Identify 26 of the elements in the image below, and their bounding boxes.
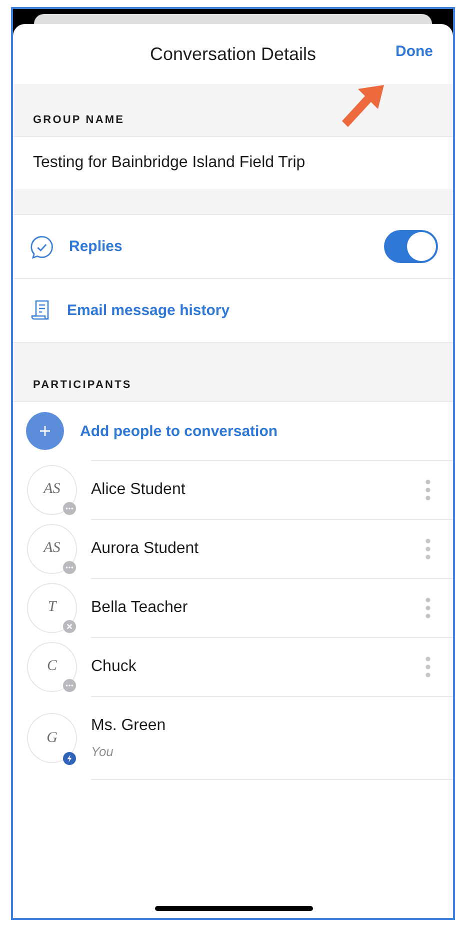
replies-toggle[interactable] <box>384 230 438 263</box>
participant-name: Alice Student <box>91 480 186 498</box>
more-icon[interactable] <box>425 596 431 618</box>
participant-subtitle: You <box>91 744 114 759</box>
chat-check-icon <box>29 234 55 260</box>
more-icon[interactable] <box>425 656 431 678</box>
participant-name: Chuck <box>91 658 138 676</box>
participant-name: Aurora Student <box>91 540 200 558</box>
lightning-icon <box>63 752 76 765</box>
section-label: GROUP NAME <box>33 114 125 128</box>
more-icon[interactable] <box>425 538 431 560</box>
close-icon <box>63 620 76 633</box>
participant-name: Bella Teacher <box>91 598 189 616</box>
ellipsis-icon <box>63 679 76 692</box>
group-name[interactable]: Testing for Bainbridge Island Field Trip <box>33 154 306 172</box>
add-icon <box>26 412 64 450</box>
done-button[interactable]: Done <box>396 43 433 60</box>
history-link[interactable]: Email message history <box>67 302 438 319</box>
participant-name: Ms. Green <box>91 717 167 735</box>
screen-title: Conversation Details <box>150 44 316 64</box>
more-icon[interactable] <box>425 478 431 500</box>
ellipsis-icon <box>63 502 76 515</box>
section-label: PARTICIPANTS <box>33 379 132 393</box>
add-people-link[interactable]: Add people to conversation <box>80 422 278 440</box>
ellipsis-icon <box>63 561 76 574</box>
setting-label: Replies <box>69 238 124 255</box>
